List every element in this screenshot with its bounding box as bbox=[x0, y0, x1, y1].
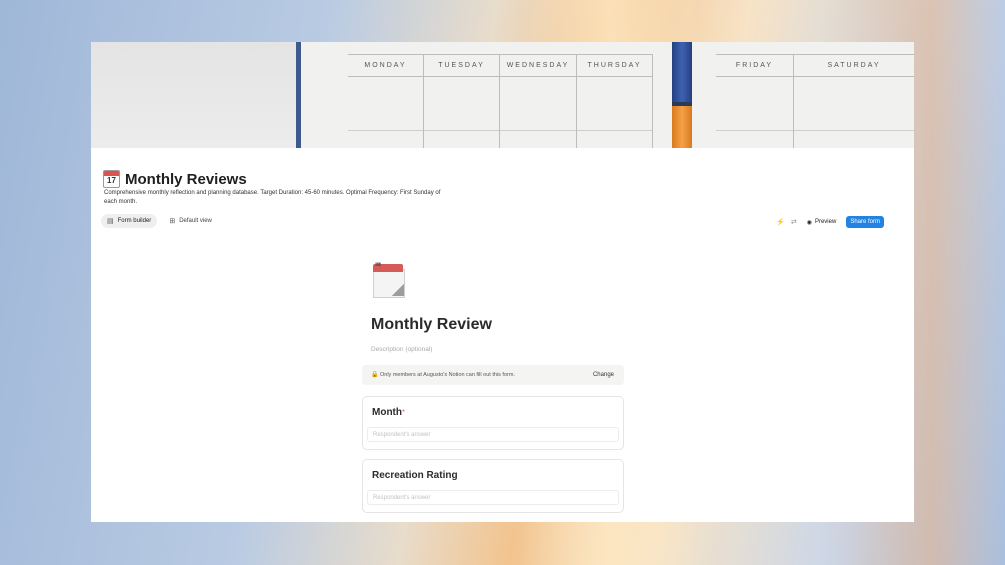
question-card-month[interactable]: Month* Respondent's answer bbox=[362, 396, 624, 450]
page-title[interactable]: Monthly Reviews bbox=[125, 171, 247, 188]
access-notice: 🔒 Only members at Augusto's Notion can f… bbox=[362, 365, 624, 385]
spiral-calendar-icon[interactable]: ıııııııı bbox=[373, 262, 405, 298]
bolt-icon[interactable]: ⚡ bbox=[776, 218, 785, 226]
answer-field[interactable]: Respondent's answer bbox=[367, 427, 619, 442]
share-form-button[interactable]: Share form bbox=[846, 216, 884, 228]
settings-icon[interactable]: ⇄ bbox=[791, 218, 797, 226]
form-toolbar: ⚡ ⇄ ◉ Preview Share form bbox=[776, 216, 884, 228]
calendar-day-label: THURSDAY bbox=[577, 54, 652, 77]
answer-field[interactable]: Respondent's answer bbox=[367, 490, 619, 505]
change-access-button[interactable]: Change bbox=[593, 372, 614, 378]
table-icon: ⊞ bbox=[169, 218, 176, 225]
calendar-icon[interactable]: 17 bbox=[103, 170, 120, 188]
tab-default-view[interactable]: ⊞ Default view bbox=[163, 214, 218, 228]
tab-form-builder[interactable]: ▤ Form builder bbox=[101, 214, 158, 228]
page-description[interactable]: Comprehensive monthly reflection and pla… bbox=[104, 189, 444, 207]
calendar-day-label: FRIDAY bbox=[716, 54, 793, 77]
question-card-recreation-rating[interactable]: Recreation Rating Respondent's answer bbox=[362, 459, 624, 513]
lock-icon: 🔒 bbox=[371, 372, 379, 378]
calendar-day-label: SATURDAY bbox=[794, 54, 914, 77]
form-description-field[interactable]: Description (optional) bbox=[371, 346, 432, 353]
form-icon: ▤ bbox=[107, 218, 114, 225]
preview-button[interactable]: ◉ Preview bbox=[803, 217, 841, 228]
required-marker: * bbox=[402, 408, 406, 417]
notion-window: MONDAY TUESDAY WEDNESDAY THURSDAY FRIDAY bbox=[91, 42, 914, 522]
question-label: Month bbox=[372, 407, 402, 418]
view-tabs: ▤ Form builder ⊞ Default view bbox=[101, 214, 218, 228]
calendar-day-label: MONDAY bbox=[348, 54, 423, 77]
cover-image[interactable]: MONDAY TUESDAY WEDNESDAY THURSDAY FRIDAY bbox=[91, 42, 914, 148]
form-title[interactable]: Monthly Review bbox=[371, 316, 492, 334]
calendar-day-label: WEDNESDAY bbox=[500, 54, 576, 77]
calendar-day-label: TUESDAY bbox=[424, 54, 499, 77]
eye-icon: ◉ bbox=[806, 219, 812, 226]
question-label: Recreation Rating bbox=[372, 470, 458, 481]
